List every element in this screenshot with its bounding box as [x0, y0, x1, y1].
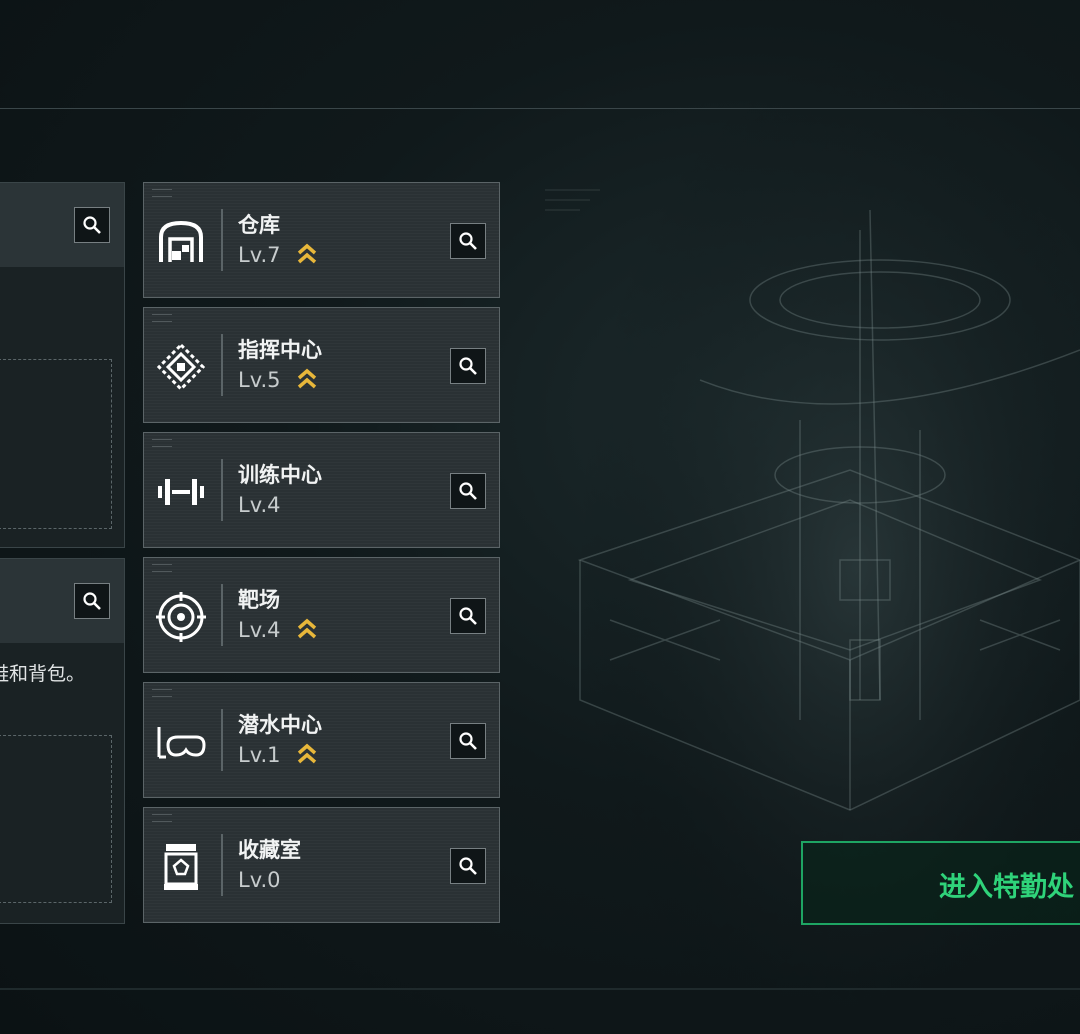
search-button[interactable] — [450, 348, 486, 384]
display-case-icon — [164, 844, 198, 890]
upgrade-arrow-icon — [297, 243, 317, 264]
diving-mask-icon — [157, 727, 206, 759]
command-chip-icon — [156, 342, 206, 392]
search-button[interactable] — [450, 723, 486, 759]
warehouse-icon — [159, 220, 203, 262]
facility-level: Lv.1 — [238, 743, 281, 767]
search-icon — [83, 592, 101, 610]
search-icon — [459, 232, 477, 250]
card-corner-mark — [152, 689, 172, 697]
left-panel-upper-header — [0, 183, 124, 267]
card-corner-mark — [152, 814, 172, 822]
search-button[interactable] — [450, 473, 486, 509]
facility-card-shooting-range[interactable]: 靶场 Lv.4 — [143, 557, 500, 673]
target-icon — [156, 592, 206, 642]
header-divider — [0, 108, 1080, 109]
card-divider — [221, 209, 223, 271]
card-divider — [221, 334, 223, 396]
facility-name: 收藏室 — [238, 838, 301, 862]
facility-card-training-center[interactable]: 训练中心 Lv.4 — [143, 432, 500, 548]
search-button[interactable] — [74, 583, 110, 619]
facility-level: Lv.0 — [238, 868, 281, 892]
facility-name: 潜水中心 — [238, 713, 322, 737]
search-button[interactable] — [450, 223, 486, 259]
card-corner-mark — [152, 564, 172, 572]
card-divider — [221, 459, 223, 521]
facility-level: Lv.4 — [238, 493, 281, 517]
empty-slot-frame — [0, 735, 112, 903]
facility-list: 仓库 Lv.7 指挥中心 Lv.5 训练中心 Lv.4 靶场 Lv.4 潜水中心… — [143, 182, 500, 932]
facility-level: Lv.7 — [238, 243, 281, 267]
search-icon — [459, 607, 477, 625]
card-divider — [221, 709, 223, 771]
search-button[interactable] — [450, 598, 486, 634]
facility-level: Lv.5 — [238, 368, 281, 392]
facility-name: 指挥中心 — [238, 338, 322, 362]
panel-description: 鞋和背包。 — [0, 663, 86, 685]
search-button[interactable] — [74, 207, 110, 243]
card-corner-mark — [152, 189, 172, 197]
search-icon — [459, 857, 477, 875]
facility-card-collection-room[interactable]: 收藏室 Lv.0 — [143, 807, 500, 923]
facility-card-command-center[interactable]: 指挥中心 Lv.5 — [143, 307, 500, 423]
enter-button-label: 进入特勤处 — [939, 872, 1074, 903]
search-icon — [83, 216, 101, 234]
facility-name: 仓库 — [238, 213, 280, 237]
search-icon — [459, 357, 477, 375]
left-panel-upper — [0, 182, 125, 548]
facility-level: Lv.4 — [238, 618, 281, 642]
facility-name: 靶场 — [238, 588, 280, 612]
enter-special-ops-button[interactable]: 进入特勤处 — [801, 841, 1080, 925]
upgrade-arrow-icon — [297, 743, 317, 764]
facility-card-diving-center[interactable]: 潜水中心 Lv.1 — [143, 682, 500, 798]
facility-card-warehouse[interactable]: 仓库 Lv.7 — [143, 182, 500, 298]
left-panel-lower-header — [0, 559, 124, 643]
dumbbell-icon — [158, 479, 204, 505]
card-corner-mark — [152, 314, 172, 322]
search-button[interactable] — [450, 848, 486, 884]
empty-slot-frame — [0, 359, 112, 529]
card-divider — [221, 834, 223, 896]
search-icon — [459, 732, 477, 750]
left-panel-lower: 鞋和背包。 — [0, 558, 125, 924]
card-corner-mark — [152, 439, 172, 447]
bottom-divider — [0, 988, 1080, 990]
card-divider — [221, 584, 223, 646]
facility-name: 训练中心 — [238, 463, 322, 487]
search-icon — [459, 482, 477, 500]
upgrade-arrow-icon — [297, 368, 317, 389]
upgrade-arrow-icon — [297, 618, 317, 639]
